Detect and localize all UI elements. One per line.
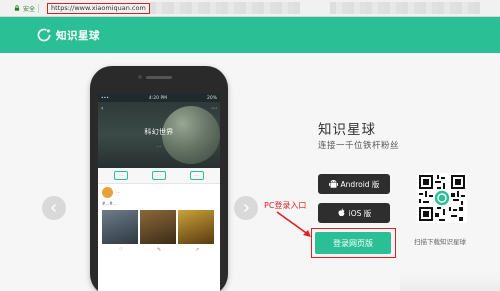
page: 安全 https://www.xiaomiquan.com 知识星球 ••• 4… [0, 0, 500, 291]
post-photo [102, 210, 138, 244]
like-icon: ♡ [118, 247, 124, 253]
status-battery: 20% [206, 95, 217, 101]
planet-ring-icon [37, 28, 51, 42]
product-subtitle: 连接一千位铁杆粉丝 [318, 141, 400, 151]
phone-mockup: ••• 4:20 PM 20% ‹ ⋯ 科幻世界 … … … … … #…#… … [90, 66, 228, 291]
carousel-prev-button[interactable] [42, 196, 66, 220]
comment-icon: ✎ [157, 247, 162, 253]
blurred-tabs [150, 2, 300, 14]
phone-post: … #…#… ♡ ✎ ↗ [98, 184, 220, 256]
phone-speaker [146, 76, 172, 79]
qr-caption: 扫描下载知识星球 [414, 238, 466, 246]
status-time: 4:20 PM [148, 95, 168, 101]
url-text: https://www.xiaomiquan.com [51, 4, 146, 12]
phone-tab-1: … [113, 171, 129, 180]
post-photos [102, 210, 216, 244]
android-download-label: Android 版 [340, 179, 380, 189]
status-signal: ••• [101, 95, 109, 101]
phone-screen: ••• 4:20 PM 20% ‹ ⋯ 科幻世界 … … … … … #…#… … [98, 94, 220, 291]
browser-address-bar: 安全 https://www.xiaomiquan.com [0, 0, 500, 17]
post-text: #…#… [102, 201, 117, 206]
page-shadow [400, 271, 500, 291]
phone-tab-2: … [151, 171, 167, 180]
group-title: 科幻世界 [144, 128, 174, 136]
apple-icon [338, 208, 345, 217]
annotation-arrow-icon [276, 211, 311, 237]
address-divider [38, 3, 40, 13]
site-logo[interactable]: 知识星球 [36, 27, 100, 43]
phone-status-bar: ••• 4:20 PM 20% [98, 94, 220, 102]
post-header: … [102, 187, 216, 198]
avatar [102, 187, 113, 198]
qr-code [417, 173, 467, 223]
chevron-right-icon [244, 204, 249, 212]
post-photo [178, 210, 214, 244]
share-icon: ↗ [194, 247, 200, 253]
post-actions: ♡ ✎ ↗ [102, 247, 216, 253]
post-author: … [116, 190, 121, 195]
secure-label: 安全 [23, 5, 36, 13]
chevron-left-icon [51, 204, 56, 212]
ios-download-button[interactable]: iOS 版 [318, 203, 390, 223]
post-photo [140, 210, 176, 244]
brand-name: 知识星球 [56, 29, 100, 42]
product-title: 知识星球 [318, 122, 376, 138]
blurred-extensions [330, 2, 480, 14]
group-hero: ‹ ⋯ 科幻世界 … [98, 102, 220, 168]
back-icon: ‹ [101, 105, 104, 112]
group-subtitle: … [156, 143, 162, 148]
site-header: 知识星球 [0, 17, 500, 53]
hero-nav: ‹ ⋯ [101, 105, 217, 112]
ios-download-label: iOS 版 [348, 208, 372, 218]
android-icon [328, 180, 338, 188]
android-download-button[interactable]: Android 版 [318, 174, 390, 194]
url-field[interactable]: https://www.xiaomiquan.com [47, 2, 150, 14]
web-login-label: 登录网页版 [333, 238, 373, 248]
phone-camera [138, 75, 142, 79]
carousel-next-button[interactable] [234, 196, 258, 220]
lock-icon [14, 5, 20, 11]
secure-indicator[interactable]: 安全 [14, 4, 35, 13]
phone-tab-3: … [189, 171, 205, 180]
web-login-button[interactable]: 登录网页版 [315, 232, 391, 254]
phone-tabs: … … … [98, 168, 220, 184]
more-icon: ⋯ [211, 105, 217, 112]
